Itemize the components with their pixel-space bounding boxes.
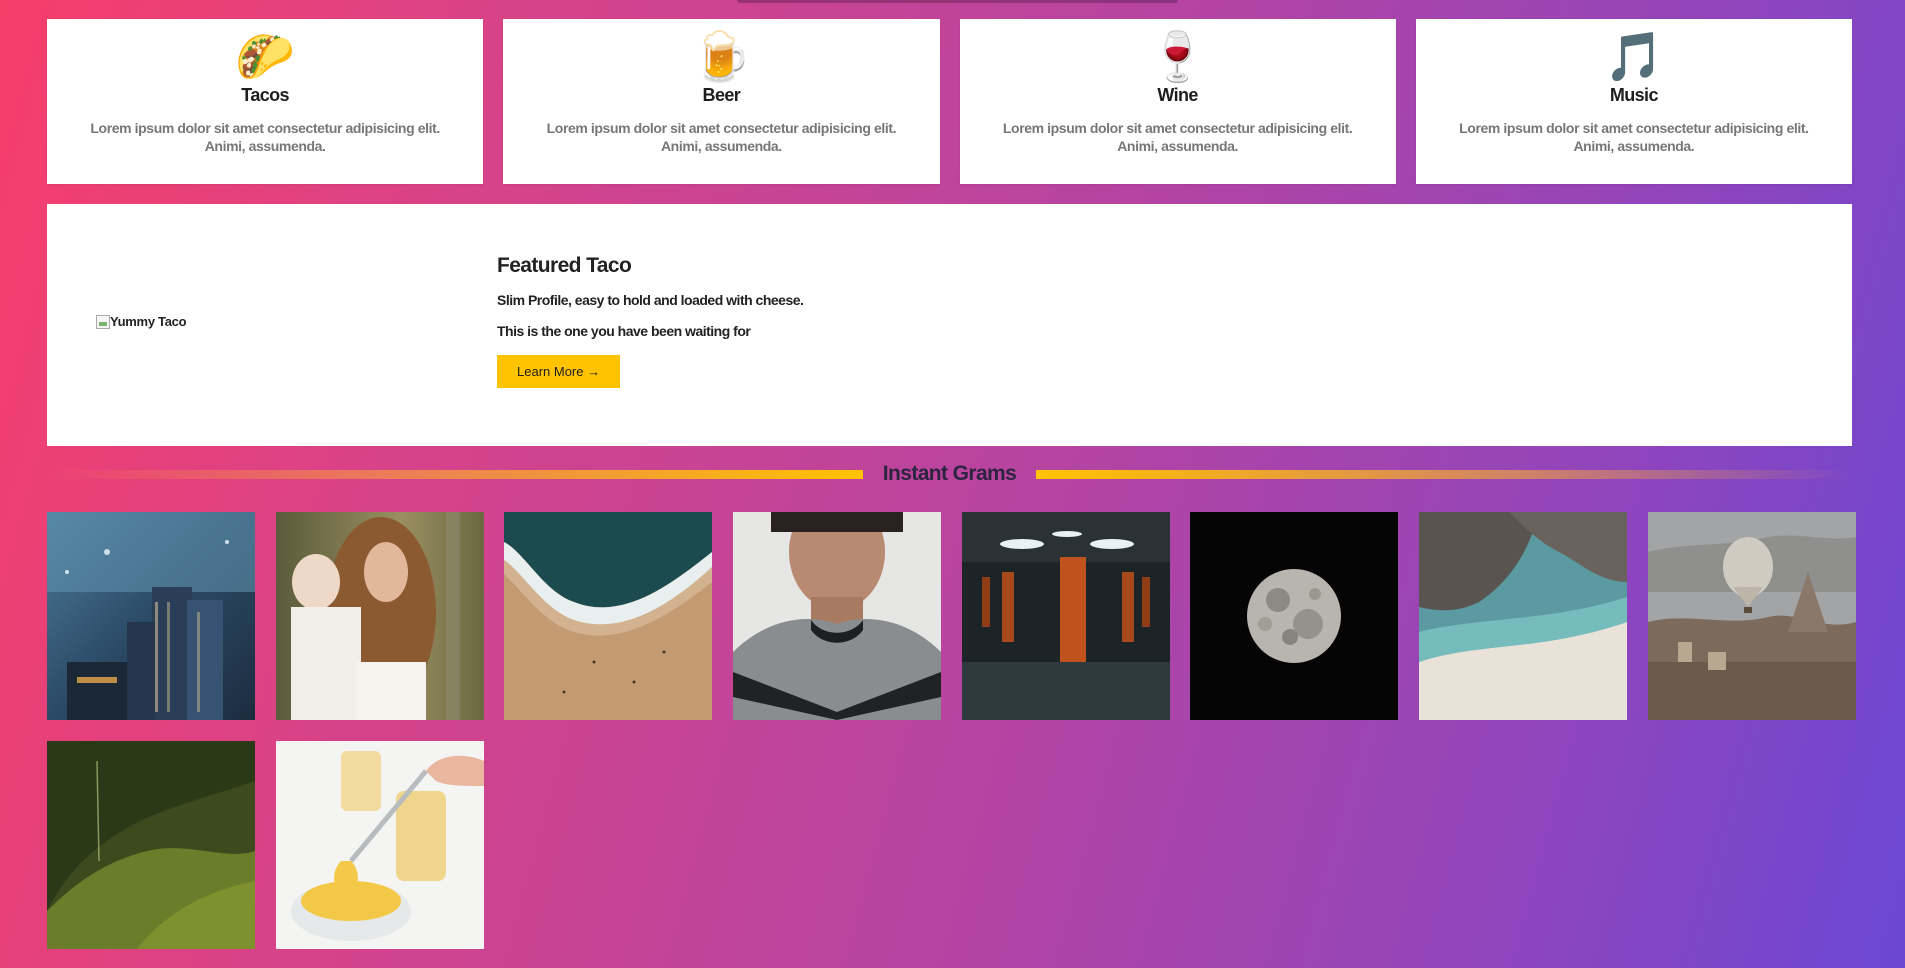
grams-title: Instant Grams <box>882 462 1017 485</box>
learn-more-button[interactable]: Learn More → <box>497 355 621 388</box>
feature-cards: 🌮 Tacos Lorem ipsum dolor sit amet conse… <box>47 19 1852 184</box>
feature-card-beer: 🍺 Beer Lorem ipsum dolor sit amet consec… <box>503 19 940 184</box>
feature-card-wine: 🍷 Wine Lorem ipsum dolor sit amet consec… <box>959 19 1396 184</box>
feature-text: Lorem ipsum dolor sit amet consectetur a… <box>546 120 897 154</box>
green-valley-photo[interactable] <box>47 741 255 949</box>
feature-text: Lorem ipsum dolor sit amet consectetur a… <box>1459 120 1809 154</box>
rocky-cove-photo[interactable] <box>1419 512 1628 720</box>
grams-header: Instant Grams <box>47 446 1853 502</box>
grams-grid <box>47 512 1856 949</box>
man-portrait-photo[interactable] <box>733 512 942 720</box>
grams-divider-left <box>47 469 863 479</box>
featured-title: Featured Taco <box>497 254 632 277</box>
full-moon-photo[interactable] <box>1190 512 1399 720</box>
custard-spoon-photo[interactable] <box>275 741 484 949</box>
feature-title: Music <box>1609 85 1659 105</box>
mother-child-photo[interactable] <box>275 512 484 720</box>
featured-image-alt: Yummy Taco <box>110 314 187 329</box>
feature-card-tacos: 🌮 Tacos Lorem ipsum dolor sit amet conse… <box>47 19 484 184</box>
featured-content: Featured Taco Slim Profile, easy to hold… <box>497 254 804 388</box>
taco-icon: 🌮 <box>235 29 295 85</box>
feature-title: Beer <box>702 85 741 105</box>
music-icon: 🎵 <box>1603 29 1664 85</box>
feature-title: Wine <box>1157 85 1198 105</box>
feature-title: Tacos <box>241 85 289 105</box>
featured-section: Yummy Taco Featured Taco Slim Profile, e… <box>47 204 1852 446</box>
feature-text: Lorem ipsum dolor sit amet consectetur a… <box>1002 120 1353 154</box>
parking-garage-photo[interactable] <box>961 512 1170 720</box>
beer-icon: 🍺 <box>691 29 752 85</box>
hot-air-balloon-photo[interactable] <box>1647 512 1856 720</box>
grams-divider-right <box>1036 469 1853 479</box>
featured-image: Yummy Taco <box>96 314 187 329</box>
page-content: 🌮 Tacos Lorem ipsum dolor sit amet conse… <box>47 19 1856 949</box>
broken-image-icon <box>96 314 110 329</box>
featured-tagline: This is the one you have been waiting fo… <box>497 323 751 339</box>
featured-description: Slim Profile, easy to hold and loaded wi… <box>497 292 804 308</box>
header-shadow <box>737 0 1178 3</box>
feature-card-music: 🎵 Music Lorem ipsum dolor sit amet conse… <box>1415 19 1852 184</box>
feature-text: Lorem ipsum dolor sit amet consectetur a… <box>90 120 440 154</box>
city-skyline-photo[interactable] <box>47 512 255 720</box>
beach-shore-photo[interactable] <box>504 512 713 720</box>
wine-icon: 🍷 <box>1147 29 1208 85</box>
